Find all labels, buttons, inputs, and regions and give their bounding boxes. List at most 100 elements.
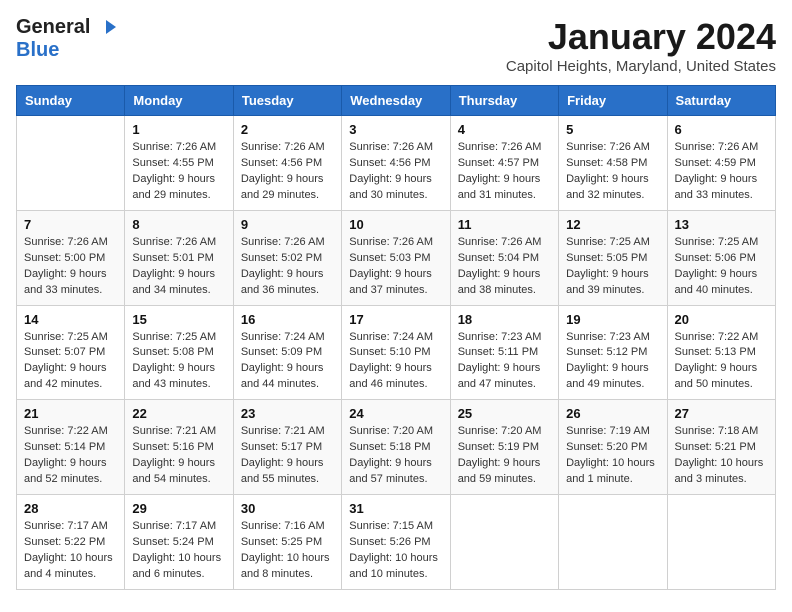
day-info: Sunrise: 7:25 AM Sunset: 5:05 PM Dayligh… (566, 235, 659, 299)
day-info: Sunrise: 7:25 AM Sunset: 5:07 PM Dayligh… (24, 330, 117, 394)
day-number: 29 (132, 501, 225, 516)
title-area: January 2024 Capitol Heights, Maryland, … (506, 16, 776, 75)
day-number: 18 (458, 312, 551, 327)
day-info: Sunrise: 7:23 AM Sunset: 5:11 PM Dayligh… (458, 330, 551, 394)
day-number: 4 (458, 122, 551, 137)
day-info: Sunrise: 7:26 AM Sunset: 4:56 PM Dayligh… (349, 140, 442, 204)
day-info: Sunrise: 7:24 AM Sunset: 5:10 PM Dayligh… (349, 330, 442, 394)
day-info: Sunrise: 7:21 AM Sunset: 5:17 PM Dayligh… (241, 424, 334, 488)
day-info: Sunrise: 7:26 AM Sunset: 5:01 PM Dayligh… (132, 235, 225, 299)
day-info: Sunrise: 7:15 AM Sunset: 5:26 PM Dayligh… (349, 519, 442, 583)
day-number: 8 (132, 217, 225, 232)
logo-general-text: General (16, 16, 90, 39)
day-info: Sunrise: 7:26 AM Sunset: 5:02 PM Dayligh… (241, 235, 334, 299)
day-info: Sunrise: 7:22 AM Sunset: 5:13 PM Dayligh… (675, 330, 768, 394)
calendar-cell: 25 Sunrise: 7:20 AM Sunset: 5:19 PM Dayli… (450, 400, 558, 495)
day-info: Sunrise: 7:26 AM Sunset: 4:56 PM Dayligh… (241, 140, 334, 204)
calendar-header: SundayMondayTuesdayWednesdayThursdayFrid… (17, 86, 776, 116)
calendar-cell: 9 Sunrise: 7:26 AM Sunset: 5:02 PM Daylig… (233, 210, 341, 305)
day-info: Sunrise: 7:23 AM Sunset: 5:12 PM Dayligh… (566, 330, 659, 394)
day-number: 6 (675, 122, 768, 137)
day-info: Sunrise: 7:21 AM Sunset: 5:16 PM Dayligh… (132, 424, 225, 488)
day-number: 31 (349, 501, 442, 516)
day-number: 24 (349, 406, 442, 421)
calendar-cell: 10 Sunrise: 7:26 AM Sunset: 5:03 PM Dayli… (342, 210, 450, 305)
day-number: 16 (241, 312, 334, 327)
week-row-2: 7 Sunrise: 7:26 AM Sunset: 5:00 PM Daylig… (17, 210, 776, 305)
day-info: Sunrise: 7:20 AM Sunset: 5:18 PM Dayligh… (349, 424, 442, 488)
header: General Blue January 2024 Capitol Height… (16, 16, 776, 75)
day-info: Sunrise: 7:24 AM Sunset: 5:09 PM Dayligh… (241, 330, 334, 394)
week-row-1: 1 Sunrise: 7:26 AM Sunset: 4:55 PM Daylig… (17, 116, 776, 211)
day-number: 9 (241, 217, 334, 232)
day-info: Sunrise: 7:16 AM Sunset: 5:25 PM Dayligh… (241, 519, 334, 583)
day-info: Sunrise: 7:20 AM Sunset: 5:19 PM Dayligh… (458, 424, 551, 488)
weekday-header-friday: Friday (559, 86, 667, 116)
calendar-cell: 3 Sunrise: 7:26 AM Sunset: 4:56 PM Daylig… (342, 116, 450, 211)
calendar-cell: 20 Sunrise: 7:22 AM Sunset: 5:13 PM Dayli… (667, 305, 775, 400)
day-info: Sunrise: 7:26 AM Sunset: 5:04 PM Dayligh… (458, 235, 551, 299)
subtitle: Capitol Heights, Maryland, United States (506, 58, 776, 75)
calendar-cell: 14 Sunrise: 7:25 AM Sunset: 5:07 PM Dayli… (17, 305, 125, 400)
main-title: January 2024 (506, 16, 776, 58)
day-number: 17 (349, 312, 442, 327)
day-number: 30 (241, 501, 334, 516)
week-row-3: 14 Sunrise: 7:25 AM Sunset: 5:07 PM Dayli… (17, 305, 776, 400)
day-number: 26 (566, 406, 659, 421)
calendar-cell (17, 116, 125, 211)
calendar-cell: 23 Sunrise: 7:21 AM Sunset: 5:17 PM Dayli… (233, 400, 341, 495)
day-number: 23 (241, 406, 334, 421)
day-info: Sunrise: 7:18 AM Sunset: 5:21 PM Dayligh… (675, 424, 768, 488)
calendar-cell: 8 Sunrise: 7:26 AM Sunset: 5:01 PM Daylig… (125, 210, 233, 305)
calendar-cell: 16 Sunrise: 7:24 AM Sunset: 5:09 PM Dayli… (233, 305, 341, 400)
day-number: 11 (458, 217, 551, 232)
weekday-header-row: SundayMondayTuesdayWednesdayThursdayFrid… (17, 86, 776, 116)
calendar-cell: 28Sunrise: 7:17 AM Sunset: 5:22 PM Dayli… (17, 495, 125, 590)
day-info: Sunrise: 7:25 AM Sunset: 5:06 PM Dayligh… (675, 235, 768, 299)
calendar-cell: 12 Sunrise: 7:25 AM Sunset: 5:05 PM Dayli… (559, 210, 667, 305)
day-number: 12 (566, 217, 659, 232)
calendar-cell: 4Sunrise: 7:26 AM Sunset: 4:57 PM Daylig… (450, 116, 558, 211)
calendar-cell: 5Sunrise: 7:26 AM Sunset: 4:58 PM Daylig… (559, 116, 667, 211)
calendar-cell: 6Sunrise: 7:26 AM Sunset: 4:59 PM Daylig… (667, 116, 775, 211)
day-info: Sunrise: 7:26 AM Sunset: 5:03 PM Dayligh… (349, 235, 442, 299)
day-info: Sunrise: 7:26 AM Sunset: 4:58 PM Dayligh… (566, 140, 659, 204)
day-number: 28 (24, 501, 117, 516)
day-number: 1 (132, 122, 225, 137)
calendar-cell (667, 495, 775, 590)
day-info: Sunrise: 7:19 AM Sunset: 5:20 PM Dayligh… (566, 424, 659, 488)
calendar-cell: 22Sunrise: 7:21 AM Sunset: 5:16 PM Dayli… (125, 400, 233, 495)
logo: General Blue (16, 16, 116, 62)
day-number: 20 (675, 312, 768, 327)
day-number: 19 (566, 312, 659, 327)
day-number: 27 (675, 406, 768, 421)
calendar-cell (450, 495, 558, 590)
calendar-cell: 26 Sunrise: 7:19 AM Sunset: 5:20 PM Dayli… (559, 400, 667, 495)
weekday-header-thursday: Thursday (450, 86, 558, 116)
calendar-cell: 13 Sunrise: 7:25 AM Sunset: 5:06 PM Dayli… (667, 210, 775, 305)
calendar-cell: 11 Sunrise: 7:26 AM Sunset: 5:04 PM Dayli… (450, 210, 558, 305)
day-number: 10 (349, 217, 442, 232)
logo-flag-icon (94, 18, 116, 38)
week-row-4: 21Sunrise: 7:22 AM Sunset: 5:14 PM Dayli… (17, 400, 776, 495)
calendar-cell: 31 Sunrise: 7:15 AM Sunset: 5:26 PM Dayli… (342, 495, 450, 590)
calendar-cell: 19 Sunrise: 7:23 AM Sunset: 5:12 PM Dayli… (559, 305, 667, 400)
calendar-cell: 1 Sunrise: 7:26 AM Sunset: 4:55 PM Daylig… (125, 116, 233, 211)
calendar-cell: 17 Sunrise: 7:24 AM Sunset: 5:10 PM Dayli… (342, 305, 450, 400)
day-info: Sunrise: 7:26 AM Sunset: 5:00 PM Dayligh… (24, 235, 117, 299)
day-number: 13 (675, 217, 768, 232)
day-number: 25 (458, 406, 551, 421)
day-number: 3 (349, 122, 442, 137)
day-number: 14 (24, 312, 117, 327)
weekday-header-sunday: Sunday (17, 86, 125, 116)
calendar-cell: 21Sunrise: 7:22 AM Sunset: 5:14 PM Dayli… (17, 400, 125, 495)
day-info: Sunrise: 7:26 AM Sunset: 4:55 PM Dayligh… (132, 140, 225, 204)
day-number: 21 (24, 406, 117, 421)
day-number: 2 (241, 122, 334, 137)
weekday-header-tuesday: Tuesday (233, 86, 341, 116)
calendar-cell: 27 Sunrise: 7:18 AM Sunset: 5:21 PM Dayli… (667, 400, 775, 495)
calendar-table: SundayMondayTuesdayWednesdayThursdayFrid… (16, 85, 776, 590)
weekday-header-saturday: Saturday (667, 86, 775, 116)
day-number: 7 (24, 217, 117, 232)
day-info: Sunrise: 7:17 AM Sunset: 5:24 PM Dayligh… (132, 519, 225, 583)
